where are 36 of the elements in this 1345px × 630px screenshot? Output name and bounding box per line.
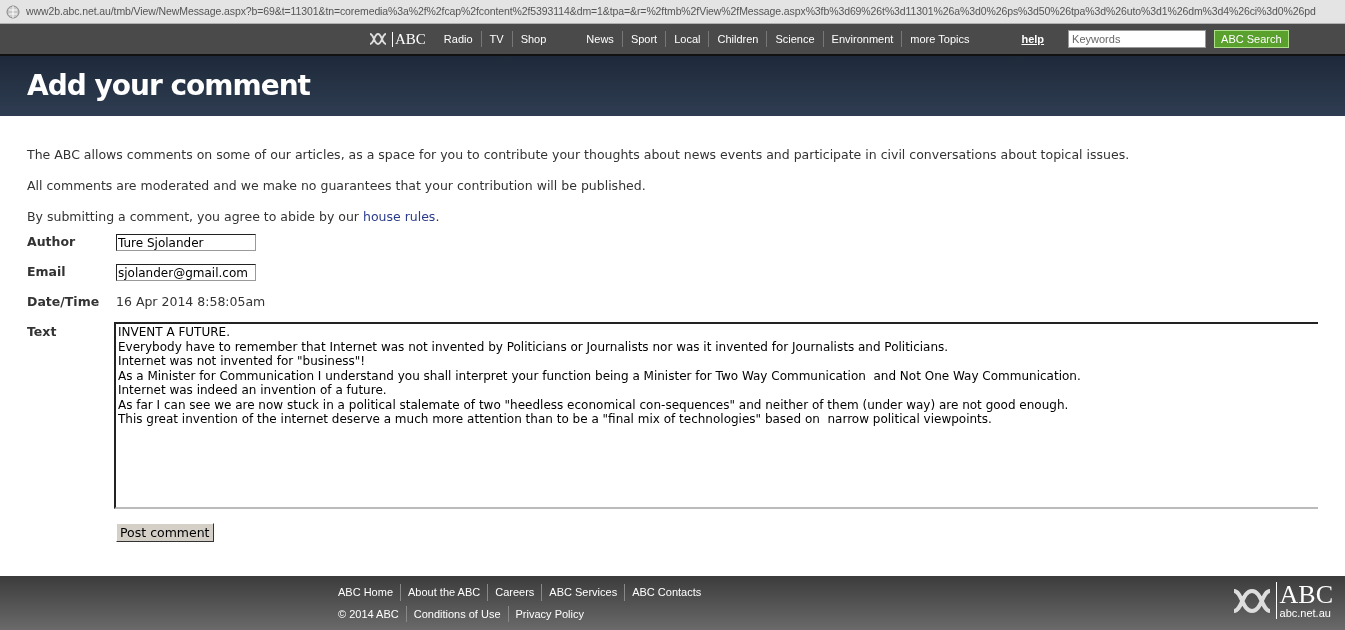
footer-link[interactable]: ABC Contacts (624, 584, 709, 601)
intro-paragraph: All comments are moderated and we make no guarantees that your contribution will be published. (27, 176, 647, 195)
footer-link[interactable]: Careers (487, 584, 542, 601)
nav-link[interactable]: Environment (822, 30, 902, 48)
field-label: Text (27, 323, 58, 342)
nav-link[interactable]: more Topics (901, 30, 978, 48)
field-label: Email (27, 263, 67, 282)
globe-icon (6, 4, 20, 19)
nav-link[interactable]: Children (708, 30, 767, 48)
intro-paragraph: The ABC allows comments on some of our articles, as a space for you to contribute your thoughts about news events and participate in civil conversations about topical issues. (27, 146, 1131, 164)
nav-link[interactable]: Local (665, 30, 709, 48)
abc-footer-logo[interactable]: ABC abc.net.au (1230, 582, 1333, 619)
footer-link[interactable]: ABC Home (331, 584, 401, 601)
field-label: Author (27, 233, 77, 252)
nav-link[interactable]: TV (480, 30, 512, 48)
footer-link[interactable]: Conditions of Use (405, 605, 508, 622)
page-title: Add your comment (27, 68, 310, 104)
footer-link[interactable]: © 2014 ABC (331, 605, 406, 622)
footer-link[interactable]: ABC Services (541, 584, 625, 601)
text-input-field[interactable]: sjolander@gmail.com (116, 264, 256, 282)
keyword-search-field[interactable]: Keywords (1068, 30, 1207, 48)
footer-link[interactable]: Privacy Policy (507, 605, 591, 622)
nav-link[interactable]: News (578, 30, 622, 48)
nav-link[interactable]: Radio (435, 30, 481, 48)
house-rules-sentence: By submitting a comment, you agree to abide by our house rules. (27, 207, 441, 226)
date-time-value: 16 Apr 2014 8:58:05am (116, 293, 266, 312)
text-input-field[interactable]: Ture Sjolander (116, 234, 256, 252)
footer-link[interactable]: About the ABC (400, 584, 488, 601)
post-comment-button[interactable]: Post comment (116, 523, 214, 543)
comment-field[interactable]: INVENT A FUTURE. Everybody have to remember that Internet was not invented by Politicians or Journalists nor was it invented for Journalists and Politicians. Internet was not invented for "business"! As a Minister for Communication I understand you shall interpret your function being a Minister for Two Way Communication and Not One Way Communication. Internet was indeed an invention of a future. As far I can see we are now stuck in a political stalemate of two "heedless economical con-sequences" and neither of them (under way) are not good enough. This great invention of the internet deserve a much more attention than to be a "final mix of technologies" based on narrow political viewpoints. (113, 322, 1318, 510)
nav-link[interactable]: Science (766, 30, 823, 48)
abc-logo[interactable]: ABC (368, 31, 426, 47)
nav-link[interactable]: Sport (621, 30, 666, 48)
help-link[interactable]: help (1021, 30, 1045, 48)
field-label: Date/Time (27, 293, 101, 312)
nav-link[interactable]: Shop (511, 30, 555, 48)
